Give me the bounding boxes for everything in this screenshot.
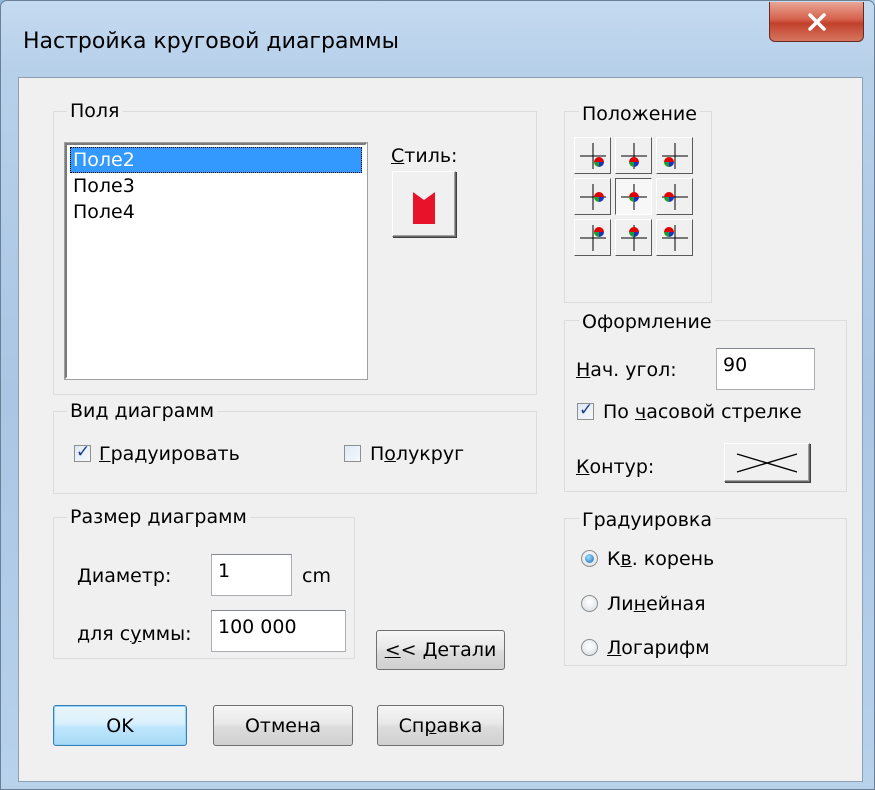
graduate-label: Градуировать <box>99 443 240 465</box>
graduation-group-title: Градуировка <box>579 509 716 531</box>
sum-label: для суммы: <box>77 623 192 645</box>
checkmark-icon: ✓ <box>76 442 91 462</box>
position-center-button[interactable] <box>615 178 652 215</box>
radio-sqrt[interactable] <box>581 550 598 567</box>
radio-dot-icon <box>585 554 594 563</box>
chart-view-group-title: Вид диаграмм <box>67 400 218 422</box>
start-angle-label: Нач. угол: <box>576 359 677 381</box>
outline-button[interactable] <box>724 443 810 482</box>
dialog-window: Настройка круговой диаграммы Поля Поле2 … <box>0 0 875 790</box>
position-top-left-button[interactable] <box>574 137 611 174</box>
window-title: Настройка круговой диаграммы <box>23 29 399 54</box>
outline-line-icon <box>736 453 798 473</box>
semicircle-label: Полукруг <box>370 443 465 465</box>
style-label: Стиль: <box>391 145 458 167</box>
radio-linear[interactable] <box>581 595 598 612</box>
cancel-button[interactable]: Отмена <box>213 705 353 746</box>
position-grid <box>574 137 700 263</box>
pie-position-icon <box>662 184 688 210</box>
start-angle-input[interactable]: 90 <box>716 348 815 390</box>
details-button[interactable]: < < Детали <box>376 630 505 670</box>
pie-position-icon <box>621 184 647 210</box>
position-middle-left-button[interactable] <box>574 178 611 215</box>
radio-log[interactable] <box>581 639 598 656</box>
fields-group-title: Поля <box>67 100 123 122</box>
list-item[interactable]: Поле2 <box>70 147 362 173</box>
appearance-group-title: Оформление <box>579 311 715 333</box>
diameter-unit: cm <box>302 565 331 587</box>
radio-sqrt-label: Кв. корень <box>607 548 715 570</box>
semicircle-checkbox[interactable] <box>344 445 361 462</box>
outline-label: Контур: <box>576 456 655 478</box>
position-bottom-left-button[interactable] <box>574 219 611 256</box>
pie-position-icon <box>621 143 647 169</box>
close-button[interactable] <box>769 2 864 42</box>
position-bottom-center-button[interactable] <box>615 219 652 256</box>
pie-position-icon <box>662 225 688 251</box>
pie-position-icon <box>580 143 606 169</box>
position-group-title: Положение <box>579 103 700 125</box>
list-item[interactable]: Поле4 <box>70 199 362 225</box>
diameter-label: Диаметр: <box>77 565 172 587</box>
radio-linear-label: Линейная <box>607 593 706 615</box>
pie-position-icon <box>621 225 647 251</box>
radio-log-label: Логарифм <box>607 637 710 659</box>
style-button[interactable] <box>392 171 456 237</box>
pie-position-icon <box>580 184 606 210</box>
pie-position-icon <box>662 143 688 169</box>
position-top-right-button[interactable] <box>656 137 693 174</box>
checkmark-icon: ✓ <box>579 400 594 420</box>
sum-input[interactable]: 100 000 <box>211 610 346 652</box>
size-group-title: Размер диаграмм <box>67 506 250 528</box>
position-middle-right-button[interactable] <box>656 178 693 215</box>
clockwise-checkbox[interactable]: ✓ <box>577 400 594 420</box>
clockwise-label: По часовой стрелке <box>603 401 802 423</box>
diameter-input[interactable]: 1 <box>211 554 292 596</box>
dialog-client-area: Поля Поле2 Поле3 Поле4 Стиль: Положение <box>18 77 863 782</box>
list-item[interactable]: Поле3 <box>70 173 362 199</box>
help-button[interactable]: Сп р авка <box>377 705 504 746</box>
pie-position-icon <box>580 225 606 251</box>
fields-listbox[interactable]: Поле2 Поле3 Поле4 <box>64 142 368 380</box>
close-icon <box>807 12 826 31</box>
style-swatch-icon <box>413 192 435 224</box>
ok-button[interactable]: OK <box>53 705 187 746</box>
position-bottom-right-button[interactable] <box>656 219 693 256</box>
position-top-center-button[interactable] <box>615 137 652 174</box>
graduate-checkbox[interactable]: ✓ <box>74 442 91 462</box>
